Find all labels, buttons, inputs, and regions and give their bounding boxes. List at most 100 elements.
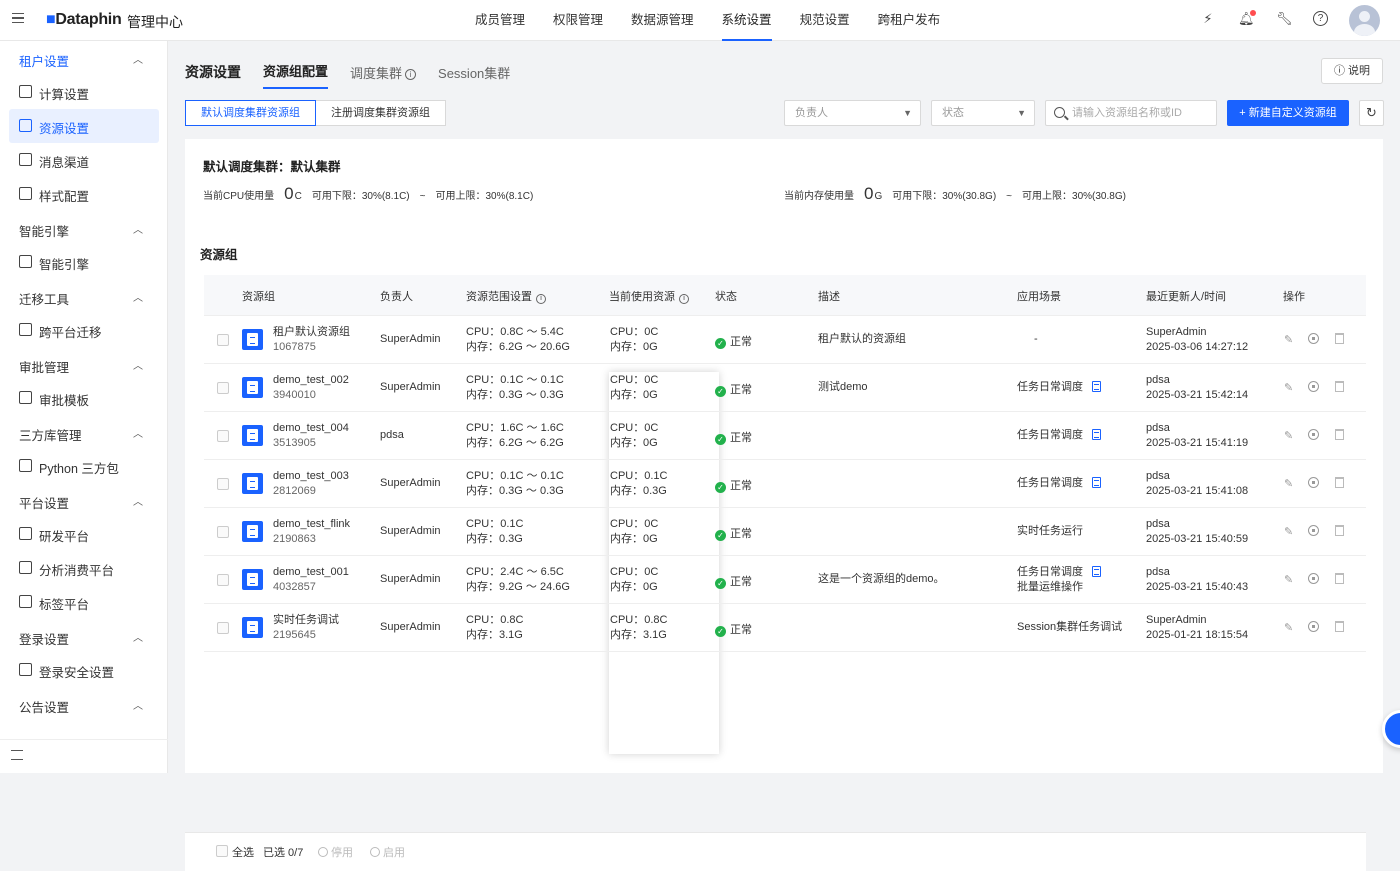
sidebar-item-5-1[interactable]: 分析消费平台 [9,551,159,585]
row-checkbox[interactable] [217,382,229,394]
trash-icon[interactable] [1335,525,1344,536]
row-checkbox[interactable] [217,430,229,442]
sidebar-group-4[interactable]: 三方库管理 [19,425,82,444]
nav-item-1[interactable]: 权限管理 [553,0,603,41]
stop-icon[interactable] [1308,477,1319,488]
resource-group-name[interactable]: demo_test_002 [273,373,349,388]
sidebar-item-0-0[interactable]: 计算设置 [9,75,159,109]
document-icon[interactable] [1092,429,1101,440]
document-icon[interactable] [1092,566,1101,577]
trash-icon[interactable] [1335,381,1344,392]
sidebar-group-3[interactable]: 审批管理 [19,357,69,376]
chevron-up-icon[interactable]: ︿ [133,357,143,372]
stop-icon[interactable] [1308,573,1319,584]
sidebar-item-0-3[interactable]: 样式配置 [9,177,159,211]
tab-session-cluster[interactable]: Session集群 [438,63,510,89]
resource-group-name[interactable]: 实时任务调试 [273,613,339,628]
tab-resource-group-config[interactable]: 资源组配置 [263,61,329,89]
chevron-up-icon[interactable]: ︿ [133,425,143,440]
sidebar-group-7[interactable]: 公告设置 [19,697,69,716]
sidebar-item-0-1[interactable]: 资源设置 [9,109,159,143]
sidebar-group-0[interactable]: 租户设置 [19,51,69,70]
trash-icon[interactable] [1335,573,1344,584]
chevron-up-icon[interactable]: ︿ [133,629,143,644]
status-select[interactable]: 状态 ▼ [931,100,1035,126]
resource-group-name[interactable]: demo_test_flink [273,517,350,532]
document-icon[interactable] [1092,381,1101,392]
sidebar-group-2[interactable]: 迁移工具 [19,289,69,308]
sidebar-item-1-0[interactable]: 智能引擎 [9,245,159,279]
resource-group-name[interactable]: demo_test_003 [273,469,349,484]
edit-icon[interactable]: ✎ [1284,429,1293,442]
document-icon[interactable] [1092,477,1101,488]
row-checkbox[interactable] [217,478,229,490]
sidebar-item-label: 审批模板 [39,394,90,408]
stop-icon[interactable] [1308,429,1319,440]
disable-button[interactable]: 停用 [318,844,353,860]
row-checkbox[interactable] [217,526,229,538]
sidebar-item-4-0[interactable]: Python 三方包 [9,449,159,483]
edit-icon[interactable]: ✎ [1284,573,1293,586]
segment-registered-cluster[interactable]: 注册调度集群资源组 [316,100,446,126]
chevron-up-icon[interactable]: ︿ [133,697,143,712]
avatar[interactable] [1349,5,1380,36]
edit-icon[interactable]: ✎ [1284,525,1293,538]
sidebar-item-5-0[interactable]: 研发平台 [9,517,159,551]
update-time: 2025-03-21 15:41:08 [1146,485,1249,497]
resource-group-name[interactable]: demo_test_004 [273,421,349,436]
sidebar-item-2-0[interactable]: 跨平台迁移 [9,313,159,347]
help-button[interactable]: ⓘ 说明 [1321,58,1383,84]
trash-icon[interactable] [1335,621,1344,632]
nav-item-0[interactable]: 成员管理 [475,0,525,41]
edit-icon[interactable]: ✎ [1284,477,1293,490]
sidebar-collapse-button[interactable] [0,739,168,773]
stop-icon[interactable] [1308,333,1319,344]
dataphin-logo[interactable]: ■Dataphin [46,11,122,29]
edit-icon[interactable]: ✎ [1284,621,1293,634]
stop-icon[interactable] [1308,525,1319,536]
sidebar-item-3-0[interactable]: 审批模板 [9,381,159,415]
trash-icon[interactable] [1335,333,1344,344]
chevron-up-icon[interactable]: ︿ [133,51,143,66]
select-all-label[interactable]: 全选 [232,844,254,860]
nav-item-4[interactable]: 规范设置 [800,0,850,41]
lightning-doc-icon[interactable]: ⚡ [1200,11,1216,27]
edit-icon[interactable]: ✎ [1284,333,1293,346]
search-input[interactable]: 请输入资源组名称或ID [1045,100,1217,126]
updater-name: pdsa [1146,566,1170,578]
chevron-up-icon[interactable]: ︿ [133,221,143,236]
row-checkbox[interactable] [217,622,229,634]
enable-button[interactable]: 启用 [370,844,405,860]
owner-select[interactable]: 负责人 ▼ [784,100,921,126]
nav-item-5[interactable]: 跨租户发布 [878,0,941,41]
help-circle-icon[interactable]: ? [1313,11,1328,26]
refresh-button[interactable]: ↻ [1359,100,1384,126]
sidebar-group-5[interactable]: 平台设置 [19,493,69,512]
tab-schedule-cluster[interactable]: 调度集群 i [350,63,417,89]
select-all-checkbox[interactable] [216,845,228,857]
chevron-up-icon[interactable]: ︿ [133,289,143,304]
nav-item-2[interactable]: 数据源管理 [631,0,694,41]
row-checkbox[interactable] [217,574,229,586]
chevron-up-icon[interactable]: ︿ [133,493,143,508]
wrench-icon[interactable]: 🔧︎ [1276,11,1293,27]
resource-group-name[interactable]: 租户默认资源组 [273,325,350,340]
resource-group-name[interactable]: demo_test_001 [273,565,349,580]
sidebar-group-1[interactable]: 智能引擎 [19,221,69,240]
trash-icon[interactable] [1335,429,1344,440]
edit-icon[interactable]: ✎ [1284,381,1293,394]
sidebar-item-5-2[interactable]: 标签平台 [9,585,159,619]
menu-icon[interactable] [12,13,24,23]
trash-icon[interactable] [1335,477,1344,488]
tab-schedule-cluster-label: 调度集群 [350,66,403,81]
nav-item-3[interactable]: 系统设置 [721,0,772,41]
stop-icon[interactable] [1308,381,1319,392]
sidebar-group-6[interactable]: 登录设置 [19,629,69,648]
create-resource-group-button[interactable]: + 新建自定义资源组 [1227,100,1349,126]
approval-icon [19,391,32,404]
stop-icon[interactable] [1308,621,1319,632]
sidebar-item-0-2[interactable]: 消息渠道 [9,143,159,177]
segment-default-cluster[interactable]: 默认调度集群资源组 [185,100,316,126]
sidebar-item-6-0[interactable]: 登录安全设置 [9,653,159,687]
row-checkbox[interactable] [217,334,229,346]
